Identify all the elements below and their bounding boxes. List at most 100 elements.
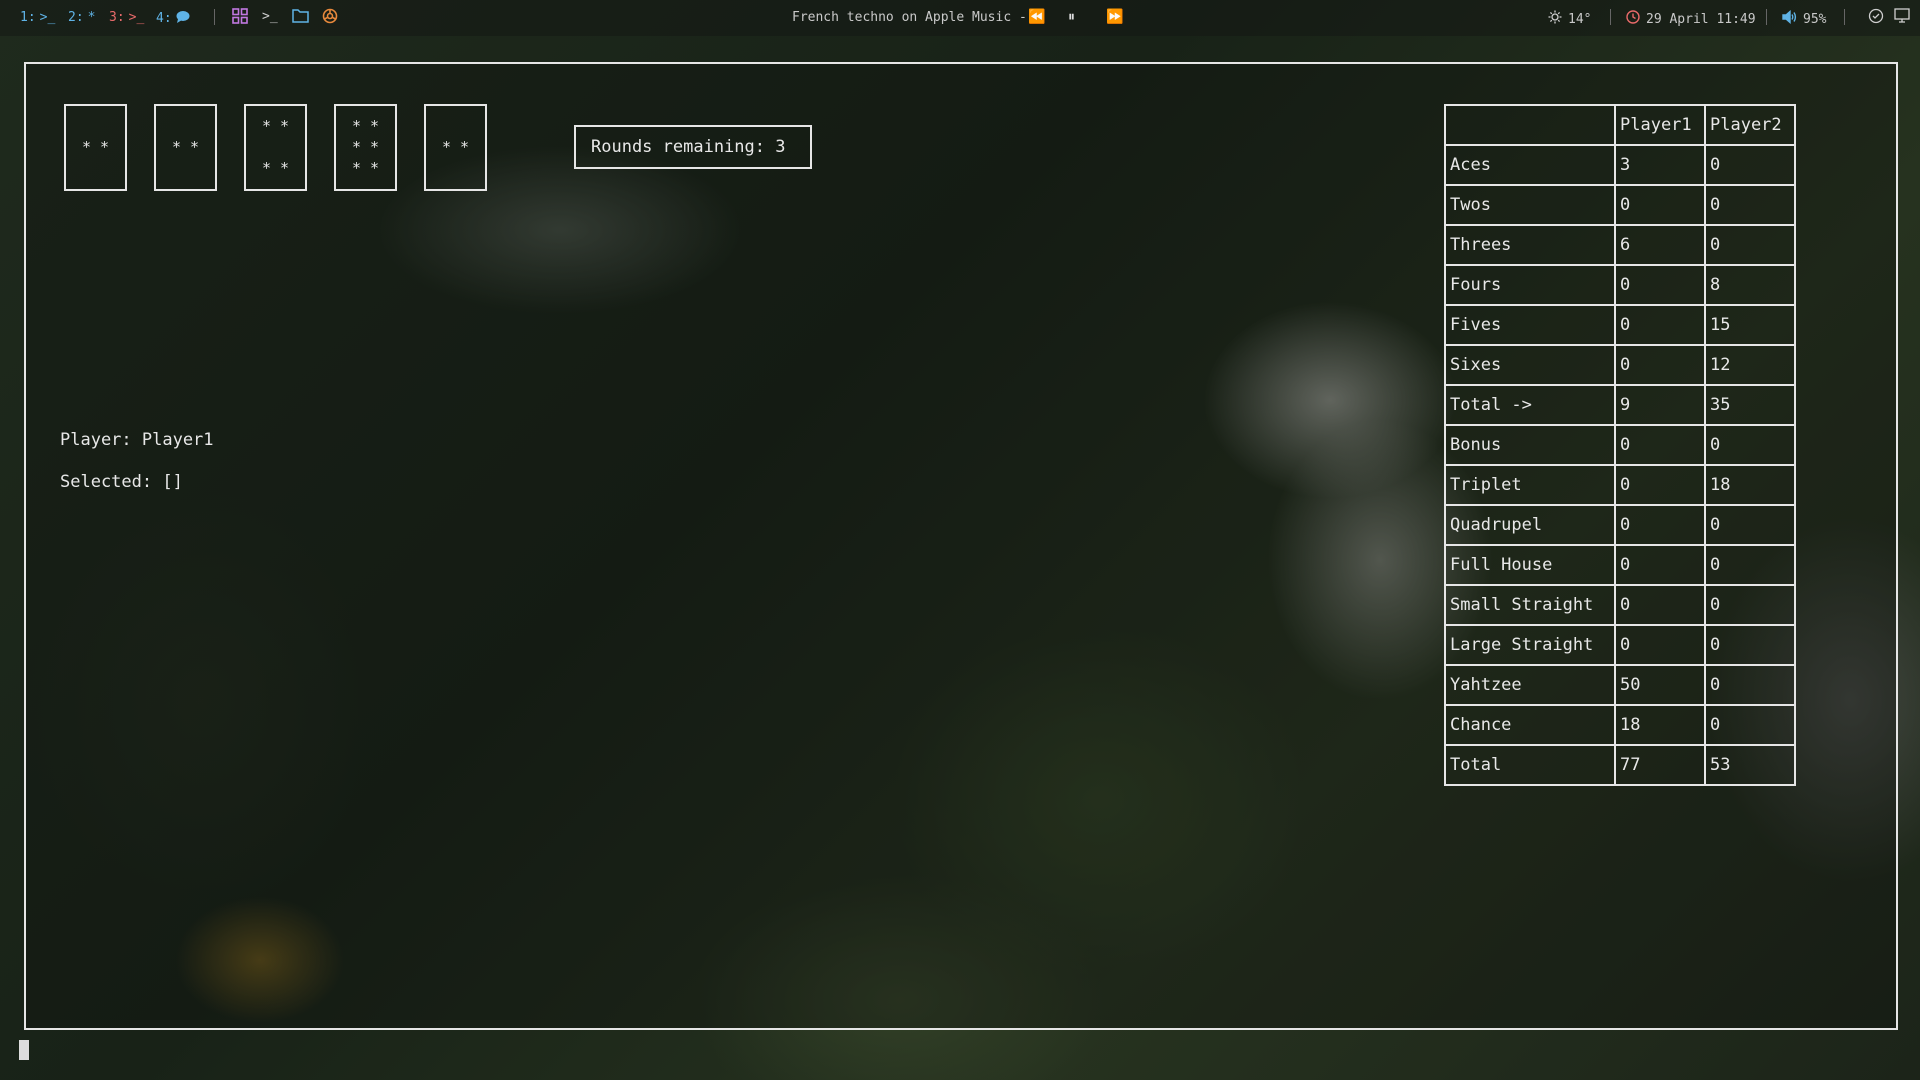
folder-icon[interactable] — [292, 8, 310, 26]
header-category — [1444, 104, 1616, 146]
workspace-3[interactable]: 3: >_ — [109, 10, 144, 25]
score-cell[interactable]: 0 — [1704, 584, 1796, 626]
score-cell[interactable]: 6 — [1614, 224, 1706, 266]
category-cell: Bonus — [1444, 424, 1616, 466]
display-icon[interactable] — [1894, 8, 1912, 26]
category-cell: Total — [1444, 744, 1616, 786]
sun-icon — [1548, 10, 1562, 28]
score-cell[interactable]: 3 — [1614, 144, 1706, 186]
score-cell[interactable]: 77 — [1614, 744, 1706, 786]
score-cell[interactable]: 0 — [1614, 504, 1706, 546]
workspace-number: 3: — [109, 10, 125, 25]
category-cell: Fours — [1444, 264, 1616, 306]
score-cell[interactable]: 18 — [1614, 704, 1706, 746]
workspace-4[interactable]: 4: — [156, 10, 190, 27]
score-cell[interactable]: 0 — [1614, 184, 1706, 226]
score-cell[interactable]: 0 — [1614, 464, 1706, 506]
table-row[interactable]: Full House 0 0 — [1444, 544, 1796, 586]
app-grid-icon[interactable] — [232, 8, 250, 26]
table-row[interactable]: Yahtzee 50 0 — [1444, 664, 1796, 706]
score-cell[interactable]: 35 — [1704, 384, 1796, 426]
table-row[interactable]: Threes 6 0 — [1444, 224, 1796, 266]
workspace-number: 2: — [68, 10, 84, 25]
table-row[interactable]: Bonus 0 0 — [1444, 424, 1796, 466]
previous-track-icon[interactable]: ⏪ — [1028, 9, 1045, 25]
score-cell[interactable]: 0 — [1614, 624, 1706, 666]
category-cell: Twos — [1444, 184, 1616, 226]
rounds-remaining: Rounds remaining: 3 — [574, 125, 812, 169]
score-cell[interactable]: 0 — [1614, 544, 1706, 586]
separator — [214, 9, 215, 25]
table-row[interactable]: Triplet 0 18 — [1444, 464, 1796, 506]
clock-status: 29 April 11:49 — [1626, 10, 1756, 28]
chat-icon — [176, 10, 190, 27]
date-time: 29 April 11:49 — [1646, 11, 1756, 27]
table-row[interactable]: Total -> 9 35 — [1444, 384, 1796, 426]
score-cell[interactable]: 15 — [1704, 304, 1796, 346]
score-cell[interactable]: 0 — [1704, 704, 1796, 746]
die-3[interactable]: * * * * — [244, 104, 307, 191]
clock-icon — [1626, 10, 1640, 28]
volume-status[interactable]: 95% — [1782, 9, 1827, 28]
browser-icon[interactable] — [322, 8, 340, 26]
category-cell: Large Straight — [1444, 624, 1616, 666]
terminal-icon: >_ — [39, 10, 56, 25]
score-cell[interactable]: 50 — [1614, 664, 1706, 706]
workspace-1[interactable]: 1: >_ — [20, 10, 55, 25]
selected-dice: Selected: [] — [60, 472, 183, 492]
score-cell[interactable]: 0 — [1704, 424, 1796, 466]
score-cell[interactable]: 0 — [1704, 224, 1796, 266]
table-row[interactable]: Small Straight 0 0 — [1444, 584, 1796, 626]
separator — [1610, 9, 1611, 25]
score-cell[interactable]: 0 — [1614, 264, 1706, 306]
score-cell[interactable]: 0 — [1704, 144, 1796, 186]
pause-icon[interactable]: ⏸ — [1068, 9, 1075, 25]
volume-icon — [1782, 9, 1797, 28]
text-cursor — [19, 1040, 29, 1060]
score-cell[interactable]: 0 — [1614, 584, 1706, 626]
score-cell[interactable]: 0 — [1704, 184, 1796, 226]
table-row[interactable]: Sixes 0 12 — [1444, 344, 1796, 386]
die-4[interactable]: * * * * * * — [334, 104, 397, 191]
score-cell[interactable]: 8 — [1704, 264, 1796, 306]
score-cell[interactable]: 0 — [1614, 424, 1706, 466]
terminal-icon[interactable]: >_ — [262, 9, 280, 27]
category-cell: Threes — [1444, 224, 1616, 266]
table-row[interactable]: Twos 0 0 — [1444, 184, 1796, 226]
category-cell: Full House — [1444, 544, 1616, 586]
score-cell[interactable]: 0 — [1614, 344, 1706, 386]
score-cell[interactable]: 0 — [1704, 664, 1796, 706]
table-row[interactable]: Chance 18 0 — [1444, 704, 1796, 746]
score-cell[interactable]: 9 — [1614, 384, 1706, 426]
volume-level: 95% — [1803, 11, 1827, 27]
score-cell[interactable]: 53 — [1704, 744, 1796, 786]
current-player: Player: Player1 — [60, 430, 214, 450]
separator — [1844, 9, 1845, 25]
header-player: Player1 — [1614, 104, 1706, 146]
next-track-icon[interactable]: ⏩ — [1106, 9, 1123, 25]
temperature: 14° — [1568, 11, 1592, 27]
score-cell[interactable]: 0 — [1704, 544, 1796, 586]
workspace-number: 4: — [156, 11, 172, 26]
score-cell[interactable]: 0 — [1614, 304, 1706, 346]
score-cell[interactable]: 0 — [1704, 504, 1796, 546]
table-row[interactable]: Total 77 53 — [1444, 744, 1796, 786]
workspace-2[interactable]: 2: * — [68, 10, 95, 25]
score-cell[interactable]: 0 — [1704, 624, 1796, 666]
separator — [1766, 9, 1767, 25]
category-cell: Small Straight — [1444, 584, 1616, 626]
network-icon[interactable] — [1868, 8, 1886, 26]
die-5[interactable]: * * — [424, 104, 487, 191]
category-cell: Aces — [1444, 144, 1616, 186]
table-row[interactable]: Aces 3 0 — [1444, 144, 1796, 186]
table-row[interactable]: Fours 0 8 — [1444, 264, 1796, 306]
die-2[interactable]: * * — [154, 104, 217, 191]
score-cell[interactable]: 12 — [1704, 344, 1796, 386]
table-row[interactable]: Quadrupel 0 0 — [1444, 504, 1796, 546]
die-1[interactable]: * * — [64, 104, 127, 191]
header-player: Player2 — [1704, 104, 1796, 146]
score-cell[interactable]: 18 — [1704, 464, 1796, 506]
table-row[interactable]: Fives 0 15 — [1444, 304, 1796, 346]
table-row[interactable]: Large Straight 0 0 — [1444, 624, 1796, 666]
scoreboard-table: Player1 Player2 Aces 3 0 Twos 0 0 Threes 6 0 Fours 0… — [1444, 104, 1796, 786]
